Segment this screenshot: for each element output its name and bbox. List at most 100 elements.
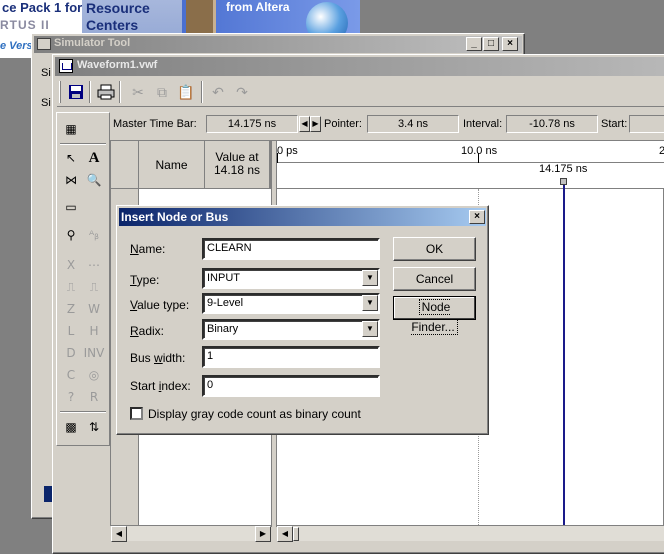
name-label: Name: xyxy=(130,242,166,256)
toolbar-grip xyxy=(59,81,61,103)
scroll-left-button[interactable]: ◀ xyxy=(111,526,127,542)
toolbar-separator xyxy=(89,81,91,103)
maximize-button[interactable]: □ xyxy=(483,37,499,51)
scroll-left-button[interactable]: ◀ xyxy=(277,526,293,542)
waveform-tool-palette: ▦ ↖ A ⋈ 🔍 ▭ ⚲ ᴬᵦ Ⅹ ⋯ ⎍ ⎍ Z W L H D INV C… xyxy=(56,112,110,446)
full-screen-icon[interactable]: ▭ xyxy=(60,197,82,217)
marker-label: 14.175 ns xyxy=(539,163,588,175)
master-time-bar-strip: 14.175 ns xyxy=(277,163,664,189)
promo-line-3: e Vers xyxy=(0,40,33,52)
name-column-header[interactable]: Name xyxy=(139,141,205,189)
promo-line-1: ce Pack 1 for xyxy=(2,0,83,15)
save-icon[interactable] xyxy=(65,81,87,103)
redo-icon[interactable]: ↷ xyxy=(231,81,253,103)
waveform-title: Waveform1.vwf xyxy=(77,59,158,71)
timeline-label-0: 0 ps xyxy=(277,145,298,157)
dont-care-icon[interactable]: ⋯ xyxy=(83,255,105,275)
gray-code-checkbox[interactable] xyxy=(130,407,143,420)
master-time-bar-line[interactable] xyxy=(563,185,565,527)
random-value-icon[interactable]: R xyxy=(83,387,105,407)
toolbar-separator xyxy=(201,81,203,103)
copy-icon[interactable]: ⧉ xyxy=(151,81,173,103)
waveform-pane-scrollbar[interactable]: ◀ xyxy=(277,525,664,542)
weak-unknown-icon[interactable]: W xyxy=(83,299,105,319)
waveform-editing-tool-icon[interactable]: ⋈ xyxy=(60,170,82,190)
zoom-tool-icon[interactable]: 🔍 xyxy=(83,170,105,190)
timeline-ruler: 0 ps 10.0 ns 2 xyxy=(277,141,664,163)
forcing-low-icon[interactable]: ⎍ xyxy=(60,277,82,297)
sim-label-2: Si xyxy=(41,97,51,109)
gray-code-label: Display gray code count as binary count xyxy=(148,407,361,421)
palette-separator xyxy=(60,143,106,145)
dialog-close-button[interactable]: × xyxy=(469,210,485,224)
ok-button[interactable]: OK xyxy=(393,237,476,261)
selection-tool-icon[interactable]: ↖ xyxy=(60,148,82,168)
undo-icon[interactable]: ↶ xyxy=(207,81,229,103)
value-header-line2: 14.18 ns xyxy=(213,163,261,177)
time-bar-left-arrow[interactable]: ◀ xyxy=(299,116,310,132)
snap-to-grid-icon[interactable]: ▩ xyxy=(60,417,82,437)
name-field[interactable]: CLEARN xyxy=(202,238,380,260)
weak-high-icon[interactable]: H xyxy=(83,321,105,341)
insert-node-dialog: Insert Node or Bus × Name: CLEARN Type: … xyxy=(116,205,489,435)
uninitialized-icon[interactable]: Ⅹ xyxy=(60,255,82,275)
minimize-button[interactable]: _ xyxy=(466,37,482,51)
waveform-toolbar: ✂ ⧉ 📋 ↶ ↷ xyxy=(57,79,664,107)
simulator-tool-title: Simulator Tool xyxy=(54,37,131,49)
altera-text: from Altera xyxy=(226,0,290,14)
scroll-right-button[interactable]: ▶ xyxy=(255,526,271,542)
master-time-bar-value: 14.175 ns xyxy=(206,115,298,133)
print-icon[interactable] xyxy=(95,81,117,103)
paste-icon[interactable]: 📋 xyxy=(175,81,197,103)
row-number-header xyxy=(111,141,139,189)
radix-select-value: Binary xyxy=(207,323,239,335)
dialog-titlebar[interactable]: Insert Node or Bus × xyxy=(119,208,486,226)
type-select-value: INPUT xyxy=(207,272,240,284)
chevron-down-icon[interactable]: ▼ xyxy=(362,295,378,311)
dialog-title: Insert Node or Bus xyxy=(121,210,229,224)
interval-label: Interval: xyxy=(463,118,503,130)
weak-low-icon[interactable]: L xyxy=(60,321,82,341)
bus-width-field[interactable]: 1 xyxy=(202,346,380,368)
type-select[interactable]: INPUT xyxy=(202,268,380,289)
radix-select[interactable]: Binary xyxy=(202,319,380,340)
dont-care-value-icon[interactable]: D xyxy=(60,343,82,363)
find-icon[interactable]: ⚲ xyxy=(60,225,82,245)
marker-handle[interactable] xyxy=(560,178,567,185)
node-finder-button[interactable]: Node Finder... xyxy=(393,296,476,335)
palette-options-icon[interactable]: ▦ xyxy=(60,119,82,139)
overwrite-clock-icon[interactable]: ◎ xyxy=(83,365,105,385)
start-index-field[interactable]: 0 xyxy=(202,375,380,397)
waveform-titlebar[interactable]: Waveform1.vwf xyxy=(55,57,664,76)
cut-icon[interactable]: ✂ xyxy=(127,81,149,103)
replace-icon[interactable]: ᴬᵦ xyxy=(83,225,105,245)
timeline-label-10: 10.0 ns xyxy=(461,145,498,157)
toolbar-separator xyxy=(119,81,121,103)
palette-separator xyxy=(60,411,106,413)
bus-width-label: Bus width: xyxy=(130,351,186,365)
value-type-select[interactable]: 9-Level xyxy=(202,293,380,314)
forcing-high-icon[interactable]: ⎍ xyxy=(83,277,105,297)
promo-line-2: RTUS II xyxy=(0,18,50,32)
invert-icon[interactable]: INV xyxy=(83,343,105,363)
text-tool-icon[interactable]: A xyxy=(83,148,105,168)
chevron-down-icon[interactable]: ▼ xyxy=(362,321,378,337)
name-pane-scrollbar[interactable]: ◀ ▶ xyxy=(111,525,271,542)
arbitrary-value-icon[interactable]: ? xyxy=(60,387,82,407)
type-label: Type: xyxy=(130,273,160,287)
value-column-header[interactable]: Value at 14.18 ns xyxy=(205,141,271,189)
radix-label: Radix: xyxy=(130,324,165,338)
interval-value: -10.78 ns xyxy=(506,115,598,133)
sort-icon[interactable]: ⇅ xyxy=(83,417,105,437)
timeline-label-20: 2 xyxy=(659,145,664,157)
close-button[interactable]: × xyxy=(502,37,518,51)
count-value-icon[interactable]: C xyxy=(60,365,82,385)
scroll-thumb[interactable] xyxy=(293,527,299,541)
high-impedance-icon[interactable]: Z xyxy=(60,299,82,319)
waveform-file-icon xyxy=(59,59,73,73)
cancel-button[interactable]: Cancel xyxy=(393,267,476,291)
timeline-tick xyxy=(478,153,479,163)
simulator-tool-titlebar[interactable]: Simulator Tool _ □ × xyxy=(34,36,522,53)
chevron-down-icon[interactable]: ▼ xyxy=(362,270,378,286)
time-bar-right-arrow[interactable]: ▶ xyxy=(310,116,321,132)
